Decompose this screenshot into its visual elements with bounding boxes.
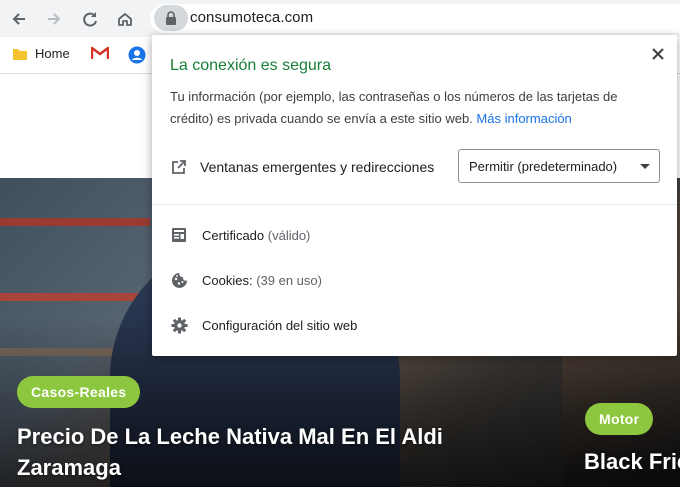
category-tag[interactable]: Casos-Reales (17, 376, 141, 408)
permission-label: Ventanas emergentes y redirecciones (200, 159, 435, 175)
site-settings-row[interactable]: Configuración del sitio web (170, 316, 357, 334)
select-value: Permitir (predeterminado) (469, 158, 618, 174)
row-detail: (válido) (267, 227, 311, 243)
external-window-icon (172, 160, 186, 174)
forward-button[interactable] (40, 5, 68, 33)
back-button[interactable] (5, 5, 33, 33)
row-label: Configuración del sitio web (202, 317, 358, 333)
reload-icon (83, 12, 97, 27)
connection-status-title: La conexión es segura (170, 57, 331, 74)
more-info-link[interactable]: Más información (476, 111, 571, 126)
home-button[interactable] (111, 5, 139, 33)
site-info-button[interactable] (154, 5, 188, 31)
chevron-down-icon (640, 164, 650, 169)
bookmark-gmail[interactable] (91, 46, 109, 60)
gear-icon (170, 316, 188, 334)
article-title[interactable]: Precio De La Leche Nativa Mal En El Aldi… (17, 421, 487, 483)
home-icon (118, 13, 132, 26)
certificate-row[interactable]: Certificado (válido) (170, 226, 310, 244)
gmail-icon (91, 46, 109, 59)
account-icon (128, 46, 146, 64)
bookmark-account[interactable] (128, 46, 146, 64)
site-info-popup: La conexión es segura Tu información (po… (152, 35, 677, 356)
article-title[interactable]: Black Fric (584, 446, 680, 477)
divider (152, 204, 677, 205)
bookmark-label: Home (35, 46, 70, 61)
row-label: Certificado (202, 227, 265, 243)
row-label: Cookies: (202, 272, 253, 288)
forward-arrow-icon (48, 13, 61, 25)
browser-toolbar: consumoteca.com (0, 0, 680, 37)
popups-permission-select[interactable]: Permitir (predeterminado) (458, 149, 660, 183)
lock-icon (166, 11, 176, 25)
reload-button[interactable] (76, 5, 104, 33)
category-tag[interactable]: Motor (585, 403, 654, 435)
certificate-icon (170, 226, 188, 244)
connection-description: Tu información (por ejemplo, las contras… (170, 86, 650, 130)
close-icon (652, 48, 664, 60)
row-detail: (39 en uso) (256, 272, 322, 288)
bookmark-home[interactable]: Home (12, 46, 70, 61)
back-arrow-icon (12, 13, 25, 25)
close-button[interactable] (647, 43, 669, 65)
cookie-icon (170, 271, 188, 289)
cookies-row[interactable]: Cookies: (39 en uso) (170, 271, 322, 289)
folder-icon (13, 48, 27, 60)
url-text[interactable]: consumoteca.com (190, 9, 313, 26)
